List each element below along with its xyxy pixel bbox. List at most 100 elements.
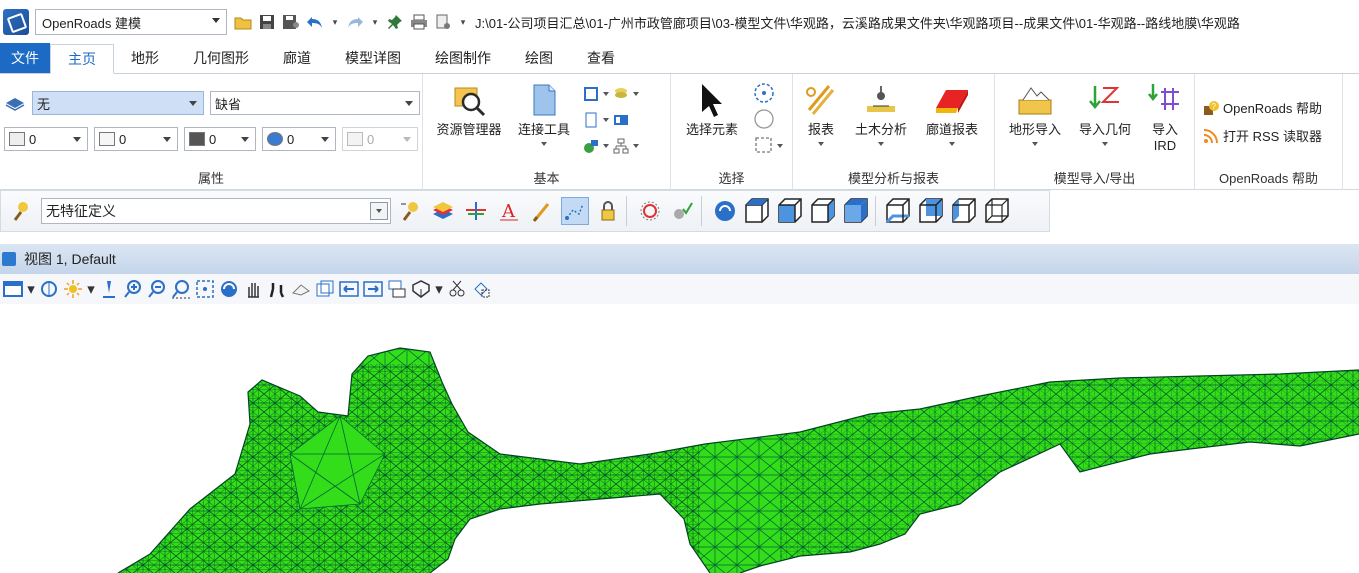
undo-dropdown-icon[interactable]: ▾: [329, 12, 341, 32]
feature-definition-select[interactable]: 无特征定义: [41, 198, 391, 224]
app-logo-icon[interactable]: [3, 9, 29, 35]
references-button[interactable]: [583, 86, 639, 102]
view-cube-wire-icon[interactable]: [982, 196, 1012, 226]
tab-model-detailing[interactable]: 模型详图: [328, 43, 418, 73]
view-previous-arrow-icon[interactable]: [338, 278, 360, 300]
levels-button[interactable]: [583, 138, 639, 154]
tab-terrain[interactable]: 地形: [114, 43, 176, 73]
tab-drawing[interactable]: 绘图: [508, 43, 570, 73]
rotate-view-icon[interactable]: [218, 278, 240, 300]
color-select[interactable]: 0: [4, 127, 88, 151]
line-weight-select[interactable]: 0: [184, 127, 256, 151]
terrain-mesh-model[interactable]: [0, 304, 1359, 573]
print-icon[interactable]: [409, 12, 429, 32]
models-icon: [585, 112, 597, 128]
feature-definition-value: 无特征定义: [46, 203, 116, 219]
check-tool-icon[interactable]: [669, 197, 697, 225]
clip-volume-icon[interactable]: [410, 278, 432, 300]
ird-import-button[interactable]: 导入 IRD: [1143, 82, 1187, 154]
lighting-icon[interactable]: [62, 278, 84, 300]
pan-hand-icon[interactable]: [242, 278, 264, 300]
transparency-select[interactable]: 0: [262, 127, 336, 151]
section-view-icon[interactable]: [470, 278, 492, 300]
view-cube-iso-icon[interactable]: [841, 196, 871, 226]
view-window-icon[interactable]: [386, 278, 408, 300]
openroads-help-button[interactable]: ? OpenRoads 帮助: [1203, 98, 1322, 117]
layer-stack-icon[interactable]: [429, 197, 457, 225]
earthwork-icon: [867, 86, 895, 112]
view-previous-icon[interactable]: [290, 278, 312, 300]
clip-dropdown-icon[interactable]: ▾: [434, 278, 444, 300]
view-window-icon[interactable]: [2, 252, 16, 266]
view-cube-top-icon[interactable]: [742, 196, 772, 226]
view-attributes-dropdown-icon[interactable]: ▾: [26, 278, 36, 300]
target-gear-icon[interactable]: [636, 197, 664, 225]
tab-drawing-production[interactable]: 绘图制作: [418, 43, 508, 73]
text-annotation-icon[interactable]: A: [495, 197, 523, 225]
select-element-button[interactable]: 选择元素: [677, 82, 747, 138]
tab-home[interactable]: 主页: [50, 44, 114, 74]
corridor-report-button[interactable]: 廊道报表: [917, 82, 987, 146]
view-cube-front-icon[interactable]: [775, 196, 805, 226]
snap-mode-icon[interactable]: [561, 197, 589, 225]
text-style-select[interactable]: 缺省: [210, 91, 420, 115]
customize-qat-icon[interactable]: ▾: [457, 12, 469, 32]
pin-icon[interactable]: [385, 12, 405, 32]
zoom-out-icon[interactable]: [146, 278, 168, 300]
chevron-down-icon[interactable]: [777, 144, 783, 148]
cross-section-icon[interactable]: [462, 197, 490, 225]
terrain-import-button[interactable]: 地形导入: [1003, 82, 1067, 146]
explorer-button[interactable]: 资源管理器: [431, 82, 507, 138]
tab-view[interactable]: 查看: [570, 43, 632, 73]
zoom-in-icon[interactable]: [122, 278, 144, 300]
view-cube-back-icon[interactable]: [916, 196, 946, 226]
open-folder-icon[interactable]: [233, 12, 253, 32]
attach-tools-button[interactable]: 连接工具: [509, 82, 579, 146]
save-icon[interactable]: [257, 12, 277, 32]
view-canvas[interactable]: [0, 304, 1359, 573]
chevron-down-icon: [603, 92, 609, 96]
ird-import-label-1: 导入: [1151, 122, 1178, 137]
feature-definition-icon[interactable]: [7, 197, 35, 225]
redo-icon[interactable]: [345, 12, 365, 32]
document-settings-icon[interactable]: [433, 12, 453, 32]
display-style-icon[interactable]: [38, 278, 60, 300]
rss-reader-button[interactable]: 打开 RSS 读取器: [1203, 126, 1322, 145]
chevron-down-icon: [189, 101, 197, 106]
undo-icon[interactable]: [305, 12, 325, 32]
view-attributes-icon[interactable]: [2, 278, 24, 300]
models-button[interactable]: [583, 112, 629, 128]
rotate-view-icon[interactable]: [711, 197, 739, 225]
select-all-icon[interactable]: [753, 82, 775, 104]
view-cube-bottom-icon[interactable]: [883, 196, 913, 226]
clip-mask-icon[interactable]: [446, 278, 468, 300]
window-area-icon[interactable]: [170, 278, 192, 300]
earthwork-button[interactable]: 土木分析: [849, 82, 913, 146]
view-next-arrow-icon[interactable]: [362, 278, 384, 300]
tab-geometry[interactable]: 几何图形: [176, 43, 266, 73]
redo-dropdown-icon[interactable]: ▾: [369, 12, 381, 32]
chevron-down-icon: [370, 202, 388, 220]
view-cube-right-icon[interactable]: [808, 196, 838, 226]
workflow-select[interactable]: OpenRoads 建模: [35, 9, 227, 35]
lighting-dropdown-icon[interactable]: ▾: [86, 278, 96, 300]
brush-icon[interactable]: [528, 197, 556, 225]
tab-corridors[interactable]: 廊道: [266, 43, 328, 73]
fit-view-icon[interactable]: [194, 278, 216, 300]
report-button[interactable]: 报表: [799, 82, 843, 146]
circle-select-icon[interactable]: [753, 108, 775, 130]
view-cube-left-icon[interactable]: [949, 196, 979, 226]
level-icon: [5, 98, 25, 111]
update-view-icon[interactable]: [98, 278, 120, 300]
tab-file[interactable]: 文件: [0, 43, 50, 73]
lock-icon[interactable]: [594, 197, 622, 225]
save-settings-icon[interactable]: [281, 12, 301, 32]
fence-select-icon[interactable]: [753, 134, 775, 156]
copy-view-icon[interactable]: [314, 278, 336, 300]
feature-toggle-icon[interactable]: [396, 197, 424, 225]
geometry-import-button[interactable]: 导入几何: [1073, 82, 1137, 146]
walk-icon[interactable]: [266, 278, 288, 300]
priority-select-value: 0: [367, 131, 375, 147]
line-style-select[interactable]: 0: [94, 127, 178, 151]
level-select[interactable]: 无: [32, 91, 204, 115]
